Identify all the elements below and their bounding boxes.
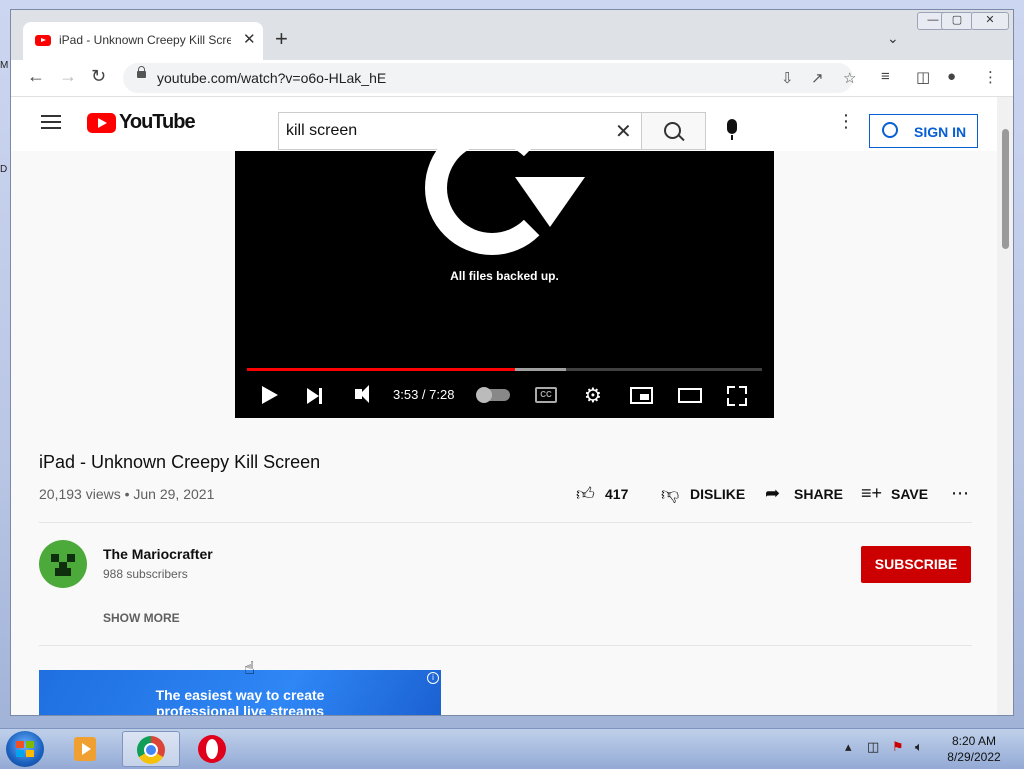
video-player[interactable]: All files backed up. 3:53 / 7:28 CC ⚙ bbox=[235, 121, 774, 418]
hand-cursor-icon: ☝ bbox=[244, 658, 255, 678]
sign-in-label: SIGN IN bbox=[914, 124, 967, 140]
bookmark-star-icon[interactable]: ☆ bbox=[843, 69, 856, 87]
video-meta: 20,193 views • Jun 29, 2021 bbox=[39, 486, 215, 502]
youtube-logo-text: YouTube bbox=[119, 111, 196, 133]
thumbs-down-icon[interactable]: 👎︎ bbox=[661, 483, 679, 505]
chrome-menu-icon[interactable]: ⋮ bbox=[983, 68, 998, 86]
autoplay-toggle[interactable] bbox=[476, 387, 510, 403]
more-options-icon[interactable]: ⋮ bbox=[837, 112, 855, 130]
opera-icon bbox=[198, 735, 226, 763]
progress-played bbox=[247, 368, 515, 371]
install-app-icon[interactable]: ⇩ bbox=[781, 69, 794, 87]
scrollbar-thumb[interactable] bbox=[1002, 129, 1009, 249]
chrome-icon bbox=[137, 736, 165, 764]
video-frame-text: All files backed up. bbox=[450, 269, 559, 283]
taskbar-opera[interactable] bbox=[184, 731, 242, 767]
progress-bar[interactable] bbox=[247, 368, 762, 371]
share-icon[interactable]: ➦ bbox=[765, 483, 780, 504]
channel-avatar[interactable] bbox=[39, 540, 87, 588]
network-icon[interactable]: ◫ bbox=[867, 739, 879, 755]
media-player-icon bbox=[74, 737, 96, 761]
address-bar[interactable]: youtube.com/watch?v=o6o-HLak_hE ⇩ ↗ ☆ bbox=[123, 63, 856, 93]
share-button[interactable]: SHARE bbox=[794, 486, 843, 502]
search-button[interactable] bbox=[642, 112, 706, 150]
divider bbox=[39, 522, 972, 523]
subscribe-button[interactable]: SUBSCRIBE bbox=[861, 546, 971, 583]
taskbar-clock[interactable]: 8:20 AM 8/29/2022 bbox=[938, 733, 1010, 765]
ad-line: professional live streams bbox=[155, 703, 325, 716]
taskbar-chrome[interactable] bbox=[122, 731, 180, 767]
ad-text: The easiest way to create professional l… bbox=[39, 687, 441, 716]
account-icon bbox=[882, 122, 898, 138]
next-video-icon[interactable] bbox=[307, 388, 322, 404]
youtube-play-logo-icon bbox=[87, 113, 116, 133]
tab-strip: — ▢ ✕ iPad - Unknown Creepy Kill Screen … bbox=[11, 10, 1013, 60]
reading-list-icon[interactable]: ≡ bbox=[881, 68, 890, 85]
maximize-button[interactable]: ▢ bbox=[941, 12, 973, 30]
ad-info-icon[interactable]: i bbox=[427, 672, 439, 684]
show-hidden-icons-icon[interactable]: ▴ bbox=[845, 739, 852, 755]
search-query[interactable]: kill screen bbox=[286, 122, 357, 140]
page-scrollbar[interactable] bbox=[997, 97, 1013, 715]
taskbar-media-player[interactable] bbox=[58, 731, 116, 767]
backup-arrow-graphic bbox=[515, 177, 585, 227]
miniplayer-icon[interactable] bbox=[630, 387, 653, 404]
settings-gear-icon[interactable]: ⚙ bbox=[584, 386, 602, 406]
save-to-playlist-icon[interactable]: ≡+ bbox=[861, 483, 882, 504]
youtube-favicon-icon bbox=[35, 35, 51, 46]
start-button[interactable] bbox=[6, 731, 44, 767]
tab-title: iPad - Unknown Creepy Kill Screen - YouT… bbox=[59, 33, 231, 47]
profile-icon[interactable]: ● bbox=[947, 68, 956, 85]
windows-logo-icon bbox=[16, 741, 34, 757]
save-button[interactable]: SAVE bbox=[891, 486, 928, 502]
play-icon[interactable] bbox=[262, 386, 278, 404]
video-time: 3:53 / 7:28 bbox=[393, 387, 455, 402]
captions-icon[interactable]: CC bbox=[535, 387, 557, 403]
browser-toolbar: ← → ↻ youtube.com/watch?v=o6o-HLak_hE ⇩ … bbox=[11, 60, 1013, 97]
video-title: iPad - Unknown Creepy Kill Screen bbox=[39, 452, 321, 472]
speaker-icon[interactable]: 🔈︎ bbox=[915, 739, 923, 755]
close-window-button[interactable]: ✕ bbox=[971, 12, 1009, 30]
clear-search-icon[interactable]: ✕ bbox=[615, 119, 632, 144]
search-icon bbox=[664, 122, 681, 139]
tab-close-icon[interactable]: ✕ bbox=[243, 30, 256, 48]
dislike-button[interactable]: DISLIKE bbox=[690, 486, 745, 502]
fullscreen-icon[interactable] bbox=[727, 386, 747, 406]
taskbar: ▴ ◫ ⚑ 🔈︎ 8:20 AM 8/29/2022 bbox=[0, 728, 1024, 769]
desktop-edge-label: D bbox=[0, 164, 8, 175]
divider bbox=[39, 645, 972, 646]
reload-icon[interactable]: ↻ bbox=[91, 66, 106, 87]
sign-in-button[interactable]: SIGN IN bbox=[869, 114, 978, 148]
new-tab-button[interactable]: + bbox=[275, 28, 288, 50]
show-more-button[interactable]: SHOW MORE bbox=[103, 611, 180, 625]
clock-time: 8:20 AM bbox=[951, 734, 997, 748]
action-center-flag-icon[interactable]: ⚑ bbox=[892, 739, 904, 755]
desktop-edge-label: M bbox=[0, 60, 9, 71]
youtube-page: YouTube kill screen ✕ ⋮ SIGN IN All file… bbox=[11, 97, 997, 716]
volume-icon[interactable] bbox=[355, 385, 369, 403]
forward-arrow-icon[interactable]: → bbox=[59, 66, 77, 87]
more-actions-icon[interactable]: ⋯ bbox=[951, 483, 969, 504]
back-arrow-icon[interactable]: ← bbox=[27, 66, 45, 87]
tab-search-chevron-icon[interactable]: ⌄ bbox=[887, 30, 899, 47]
thumbs-up-icon[interactable]: 👍︎ bbox=[576, 483, 595, 505]
side-panel-icon[interactable]: ◫ bbox=[916, 68, 930, 86]
browser-tab[interactable]: iPad - Unknown Creepy Kill Screen - YouT… bbox=[23, 22, 263, 60]
url-text[interactable]: youtube.com/watch?v=o6o-HLak_hE bbox=[157, 70, 386, 86]
ad-line: The easiest way to create bbox=[155, 687, 325, 703]
ad-banner[interactable]: The easiest way to create professional l… bbox=[39, 670, 441, 716]
channel-name[interactable]: The Mariocrafter bbox=[103, 546, 213, 562]
share-page-icon[interactable]: ↗ bbox=[811, 69, 824, 87]
subscriber-count: 988 subscribers bbox=[103, 567, 188, 581]
microphone-icon[interactable] bbox=[727, 119, 737, 140]
clock-date: 8/29/2022 bbox=[947, 750, 1001, 764]
hamburger-menu-icon[interactable] bbox=[41, 115, 61, 129]
lock-icon bbox=[137, 66, 146, 78]
like-count[interactable]: 417 bbox=[605, 486, 628, 502]
chrome-window: — ▢ ✕ iPad - Unknown Creepy Kill Screen … bbox=[10, 9, 1014, 716]
theater-mode-icon[interactable] bbox=[678, 388, 702, 403]
